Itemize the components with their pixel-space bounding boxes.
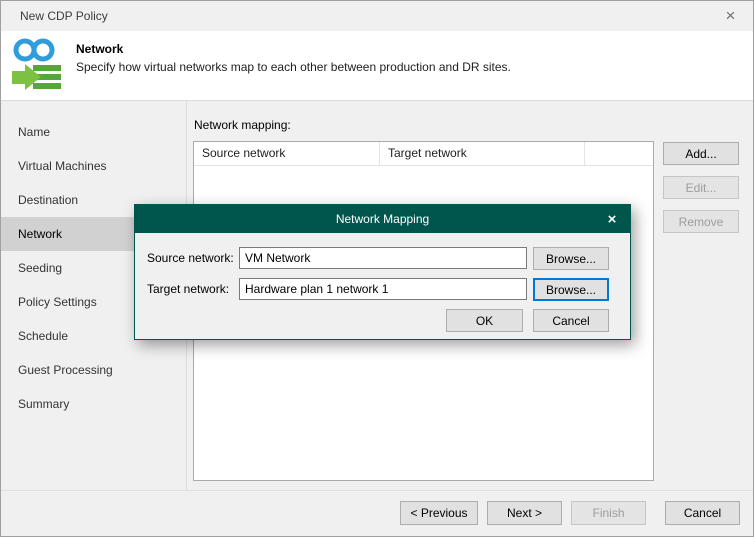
dialog-titlebar[interactable]: Network Mapping ×	[135, 205, 630, 233]
sidebar-item-virtual-machines[interactable]: Virtual Machines	[1, 149, 186, 183]
target-browse-button[interactable]: Browse...	[533, 278, 609, 301]
ok-button[interactable]: OK	[446, 309, 523, 332]
previous-button[interactable]: < Previous	[400, 501, 478, 525]
sidebar-item-guest-processing[interactable]: Guest Processing	[1, 353, 186, 387]
cdp-policy-icon	[10, 35, 68, 93]
wizard-header: Network Specify how virtual networks map…	[1, 31, 753, 101]
target-network-label: Target network:	[147, 282, 229, 296]
column-header-filler	[585, 142, 653, 166]
target-network-input[interactable]	[239, 278, 527, 300]
dialog-title: Network Mapping	[135, 205, 630, 233]
add-button[interactable]: Add...	[663, 142, 739, 165]
sidebar-item-summary[interactable]: Summary	[1, 387, 186, 421]
sidebar-item-name[interactable]: Name	[1, 115, 186, 149]
step-description: Specify how virtual networks map to each…	[76, 60, 511, 74]
window-close-icon[interactable]: ×	[708, 1, 753, 31]
next-button[interactable]: Next >	[487, 501, 562, 525]
network-mapping-label: Network mapping:	[194, 118, 291, 132]
footer-divider	[1, 490, 753, 491]
wizard-cancel-button[interactable]: Cancel	[665, 501, 740, 525]
column-header-source-network[interactable]: Source network	[194, 142, 380, 166]
source-network-input[interactable]	[239, 247, 527, 269]
window-titlebar[interactable]: New CDP Policy ×	[1, 1, 753, 31]
dialog-cancel-button[interactable]: Cancel	[533, 309, 609, 332]
column-header-target-network[interactable]: Target network	[380, 142, 585, 166]
window-title: New CDP Policy	[20, 9, 108, 23]
new-cdp-policy-window: New CDP Policy × Network Specify how vir…	[0, 0, 754, 537]
step-title: Network	[76, 42, 123, 56]
edit-button[interactable]: Edit...	[663, 176, 739, 199]
table-header-row: Source network Target network	[194, 142, 653, 166]
dialog-close-icon[interactable]: ×	[600, 205, 624, 233]
network-mapping-dialog: Network Mapping × Source network: Browse…	[134, 204, 631, 340]
remove-button[interactable]: Remove	[663, 210, 739, 233]
finish-button[interactable]: Finish	[571, 501, 646, 525]
source-network-label: Source network:	[147, 251, 234, 265]
source-browse-button[interactable]: Browse...	[533, 247, 609, 270]
